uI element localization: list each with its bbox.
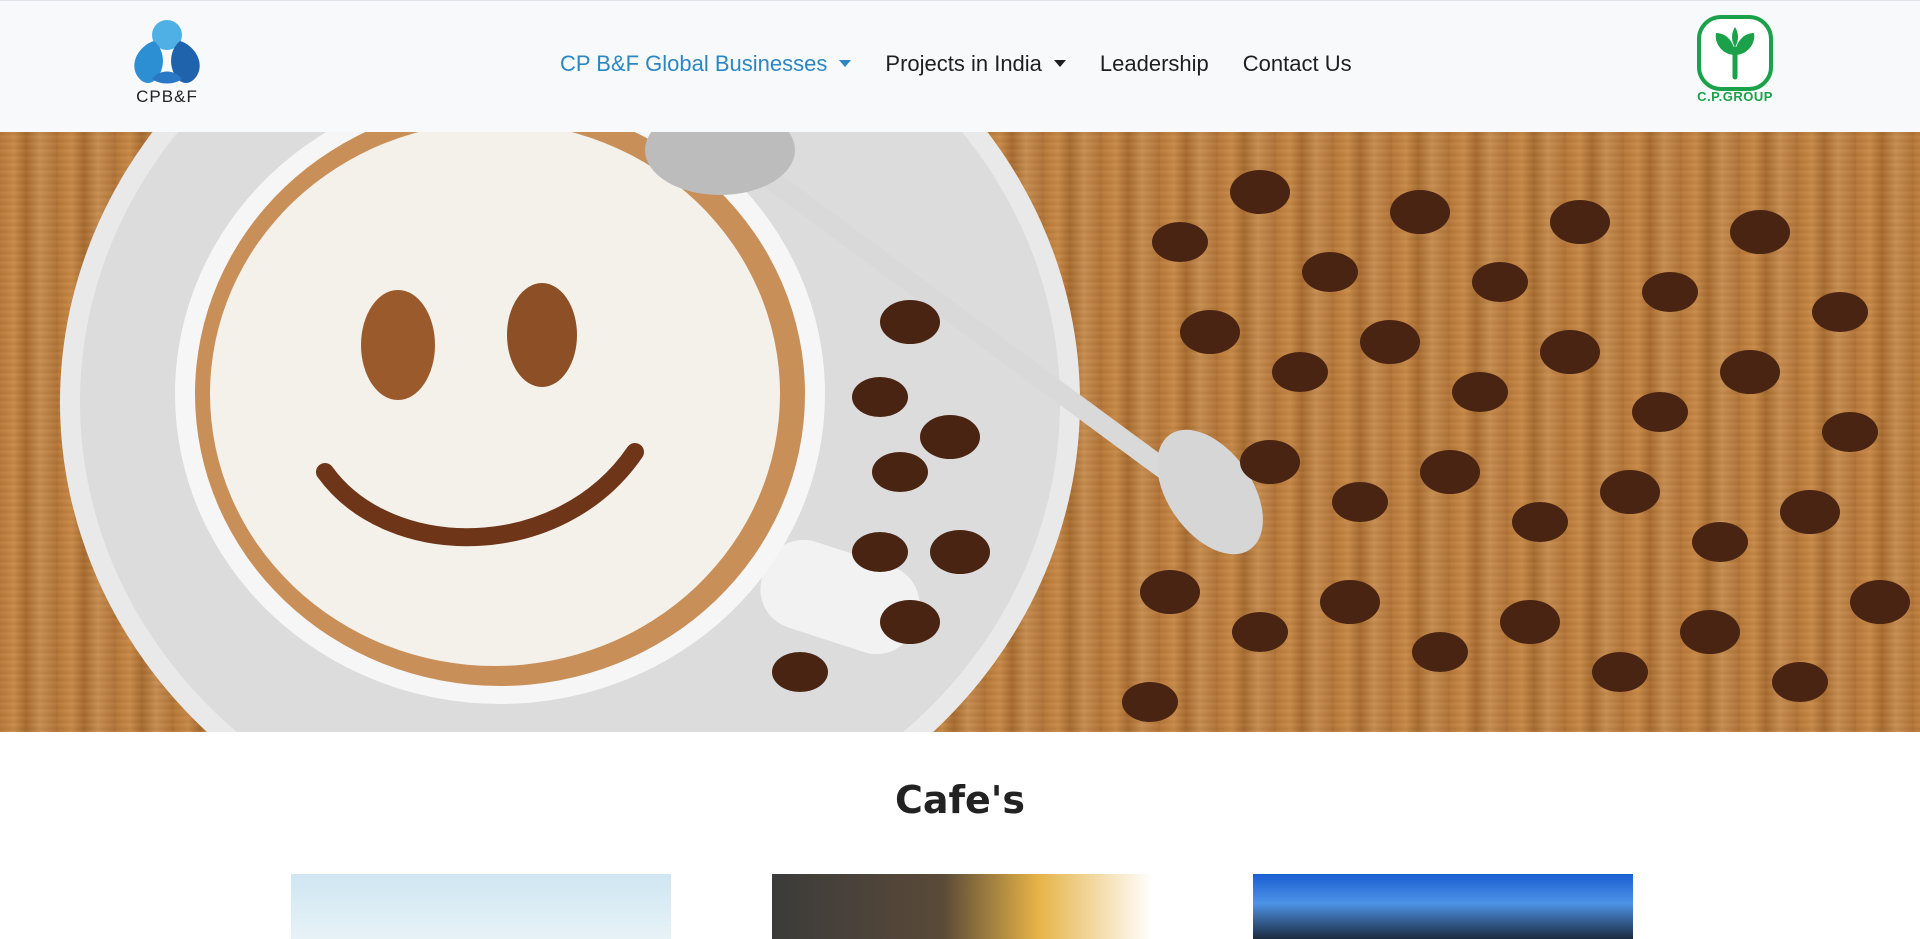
cafe-card-3-image[interactable]	[1253, 874, 1633, 939]
nav-contact-us-label: Contact Us	[1242, 51, 1352, 76]
nav-projects-india-label: Projects in India	[885, 51, 1042, 76]
chevron-down-icon	[1053, 59, 1066, 67]
top-navbar: CPB&F CP B&F Global Businesses Projects …	[0, 0, 1920, 132]
main-nav: CP B&F Global Businesses Projects in Ind…	[560, 51, 1386, 77]
cafe-card-2-image[interactable]	[772, 874, 1152, 939]
cp-group-logo-icon	[1697, 15, 1773, 91]
nav-contact-us[interactable]: Contact Us	[1243, 51, 1352, 77]
nav-leadership[interactable]: Leadership	[1100, 51, 1209, 77]
nav-leadership-label: Leadership	[1099, 51, 1209, 76]
nav-global-businesses-label: CP B&F Global Businesses	[560, 51, 828, 76]
coffee-scene-illustration	[60, 132, 1910, 732]
chevron-down-icon	[839, 59, 852, 67]
cpbf-logo[interactable]: CPB&F	[126, 19, 208, 111]
cp-group-logo-text: C.P.GROUP	[1697, 89, 1773, 104]
cpbf-logo-icon	[134, 20, 200, 84]
hero-banner-image	[0, 132, 1920, 732]
section-title: Cafe's	[894, 778, 1026, 822]
cafe-card-1-image[interactable]	[291, 874, 671, 939]
cp-group-logo[interactable]: C.P.GROUP	[1694, 15, 1776, 115]
nav-global-businesses[interactable]: CP B&F Global Businesses	[560, 51, 852, 77]
nav-projects-india[interactable]: Projects in India	[885, 51, 1066, 77]
cpbf-logo-text: CPB&F	[136, 87, 198, 106]
